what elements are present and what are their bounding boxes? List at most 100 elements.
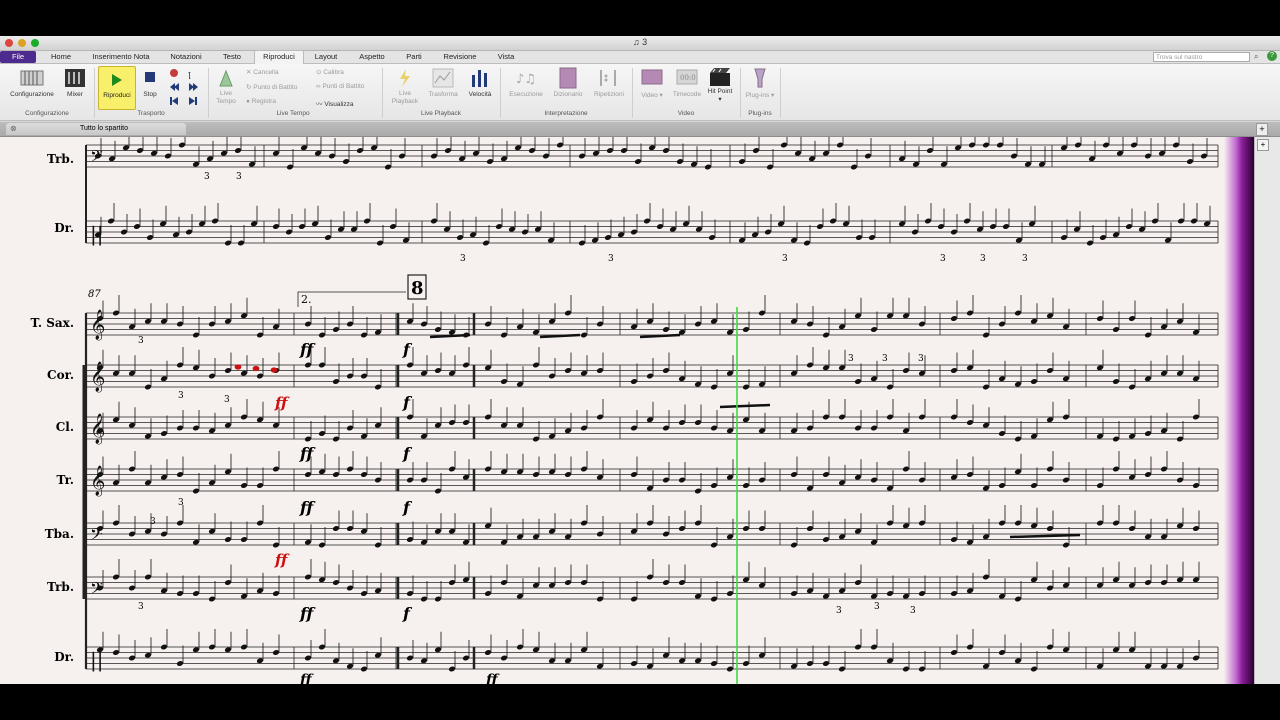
triplet-number: 3 bbox=[782, 254, 788, 264]
ribbon-riproduci: Configurazione Mixer Configurazione Ripr… bbox=[0, 64, 1280, 121]
repeats-icon bbox=[600, 70, 616, 86]
mixer-icon bbox=[65, 69, 85, 87]
note-beam bbox=[719, 403, 771, 409]
note-head-red bbox=[270, 367, 278, 373]
dynamic-f: f bbox=[402, 444, 413, 463]
triplet-number: 3 bbox=[1022, 254, 1028, 264]
note-beam bbox=[1009, 533, 1081, 539]
ending-label: 2. bbox=[301, 293, 312, 306]
registra-button[interactable]: ● Registra bbox=[246, 98, 276, 105]
score-tab-label: Tutto lo spartito bbox=[80, 125, 128, 132]
performance-icon: ♪♫ bbox=[516, 72, 536, 87]
play-icon bbox=[112, 74, 122, 86]
triplet-number: 3 bbox=[882, 354, 888, 364]
tab-aspetto[interactable]: Aspetto bbox=[352, 51, 392, 63]
help-icon[interactable]: ? bbox=[1267, 51, 1277, 61]
tab-file[interactable]: File bbox=[0, 51, 36, 63]
dynamic-f: f bbox=[402, 393, 413, 412]
triplet-number: 3 bbox=[224, 395, 230, 405]
tab-testo[interactable]: Testo bbox=[216, 51, 248, 63]
triplet-number: 3 bbox=[848, 354, 854, 364]
cancella-button[interactable]: ✕ Cancella bbox=[246, 68, 279, 76]
ribbon-search-input[interactable]: Trova sul nastro bbox=[1153, 52, 1250, 62]
go-to-end-icon bbox=[189, 97, 195, 105]
search-icon[interactable]: ⌕ bbox=[1254, 52, 1258, 62]
dynamic-ff: ff bbox=[299, 604, 316, 623]
dynamic-ff: ff bbox=[299, 340, 316, 359]
svg-text:00:0: 00:0 bbox=[680, 74, 696, 82]
dictionary-icon bbox=[559, 67, 577, 89]
tab-riproduci[interactable]: Riproduci bbox=[254, 50, 304, 64]
triplet-number: 3 bbox=[150, 517, 156, 527]
triplet-number: 3 bbox=[178, 391, 184, 401]
tab-revisione[interactable]: Revisione bbox=[436, 51, 484, 63]
timecode-button[interactable]: Timecode bbox=[668, 91, 706, 98]
visualizza-button[interactable]: 〰 Visualizza bbox=[316, 98, 353, 108]
score-canvas[interactable]: 𝄢||𝄞𝄞𝄞𝄞𝄢𝄢|| Trb. Dr. 87 T. Sax. Cor. Cl.… bbox=[0, 137, 1254, 684]
live-tempo-button[interactable]: Live Tempo bbox=[210, 90, 242, 106]
video-button[interactable]: Video ▾ bbox=[636, 91, 668, 99]
dynamic-f: f bbox=[402, 604, 413, 623]
punto-di-battito-button[interactable]: ↻ Punto di Battito bbox=[246, 83, 297, 91]
dynamic-ff: ff bbox=[299, 672, 314, 684]
zoom-in-button[interactable]: + bbox=[1257, 139, 1269, 151]
score-tab[interactable]: ⊗ Tutto lo spartito bbox=[6, 123, 186, 135]
note-head-red bbox=[252, 365, 260, 372]
ripetizioni-button[interactable]: Ripetizioni bbox=[588, 91, 630, 98]
tab-inserimento-nota[interactable]: Inserimento Nota bbox=[86, 51, 156, 63]
move-icon: ꞁ bbox=[188, 70, 191, 80]
triplet-number: 3 bbox=[940, 254, 946, 264]
rehearsal-mark: 8 bbox=[411, 278, 424, 299]
live-playback-button[interactable]: Live Playback bbox=[386, 90, 424, 106]
group-video: Video bbox=[677, 110, 695, 117]
triplet-number: 3 bbox=[138, 336, 144, 346]
triplet-number: 3 bbox=[236, 172, 242, 182]
group-trasporto: Trasporto bbox=[137, 110, 165, 117]
trasforma-button[interactable]: Trasforma bbox=[424, 91, 462, 98]
dizionario-button[interactable]: Dizionario bbox=[550, 91, 586, 98]
calibra-button[interactable]: ⊙ Calibra bbox=[316, 68, 344, 76]
tab-layout[interactable]: Layout bbox=[308, 51, 344, 63]
score-vertical-scrollbar[interactable]: + bbox=[1254, 137, 1280, 684]
go-to-start-icon bbox=[170, 97, 172, 105]
riproduci-button[interactable]: Riproduci bbox=[98, 66, 136, 110]
plugins-icon bbox=[754, 68, 766, 88]
plugins-button[interactable]: Plug-ins ▾ bbox=[744, 91, 776, 99]
close-tab-icon[interactable]: ⊗ bbox=[10, 123, 17, 135]
tab-home[interactable]: Home bbox=[46, 51, 76, 63]
clef-icon: || bbox=[90, 648, 103, 673]
group-interpretazione: Interpretazione bbox=[544, 110, 588, 117]
configurazione-button[interactable]: Configurazione bbox=[4, 91, 60, 98]
triplet-number: 3 bbox=[910, 606, 916, 616]
velocity-icon bbox=[472, 70, 487, 87]
triplet-number: 3 bbox=[918, 354, 924, 364]
dynamic-ff-red: ff bbox=[274, 551, 290, 569]
dynamic-ff: ff bbox=[485, 672, 500, 684]
instrument-label-trb-top: Trb. bbox=[47, 152, 74, 166]
new-tab-button[interactable]: + bbox=[1256, 123, 1268, 136]
esecuzione-button[interactable]: Esecuzione bbox=[504, 91, 548, 98]
triplet-number: 3 bbox=[980, 254, 986, 264]
tab-vista[interactable]: Vista bbox=[492, 51, 520, 63]
dynamic-ff: ff bbox=[299, 444, 316, 463]
stop-icon bbox=[145, 72, 155, 82]
record-icon bbox=[170, 69, 178, 77]
triplet-number: 3 bbox=[608, 254, 614, 264]
punti-di-battito-button[interactable]: ∞ Punti di Battito bbox=[316, 83, 364, 90]
triplet-number: 3 bbox=[178, 498, 184, 508]
tab-notazioni[interactable]: Notazioni bbox=[164, 51, 208, 63]
stop-button[interactable]: Stop bbox=[138, 91, 162, 98]
instrument-label-dr-top: Dr. bbox=[54, 221, 74, 235]
velocita-button[interactable]: Velocità bbox=[463, 91, 497, 98]
ribbon-tabs: File Home Inserimento Nota Notazioni Tes… bbox=[0, 50, 1280, 64]
group-live-playback: Live Playback bbox=[420, 110, 462, 117]
tab-parti[interactable]: Parti bbox=[400, 51, 428, 63]
dynamic-f: f bbox=[402, 340, 413, 359]
instrument-label-tba: Tba. bbox=[45, 527, 74, 541]
triplet-number: 3 bbox=[460, 254, 466, 264]
dynamic-ff-red: ff bbox=[274, 394, 290, 412]
hit-point-button[interactable]: Hit Point ▾ bbox=[706, 88, 734, 104]
group-live-tempo: Live Tempo bbox=[276, 110, 310, 117]
transport-controls[interactable]: ꞁ bbox=[168, 67, 202, 109]
mixer-button[interactable]: Mixer bbox=[60, 91, 90, 98]
